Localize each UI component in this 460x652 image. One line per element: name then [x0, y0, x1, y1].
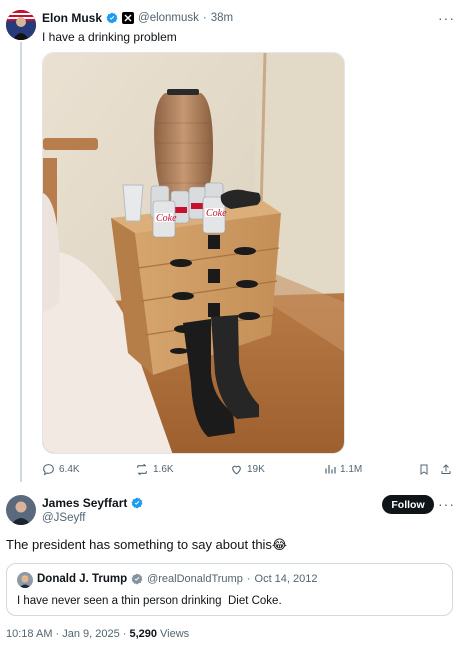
- views-count: 1.1M: [340, 463, 363, 475]
- avatar-image: [17, 572, 33, 588]
- repost-icon: [137, 463, 147, 476]
- verified-badge-icon: [131, 497, 143, 509]
- reply-author-handle[interactable]: @JSeyff: [42, 512, 85, 524]
- separator-dot: ·: [246, 573, 251, 585]
- quoted-author-handle[interactable]: @realDonaldTrump: [147, 573, 243, 585]
- quoted-text: I have never seen a thin person drinking…: [17, 595, 282, 607]
- reply-icon: [43, 464, 54, 476]
- like-count: 19K: [247, 464, 265, 475]
- author-name[interactable]: Elon Musk: [42, 11, 102, 25]
- share-icon[interactable]: [440, 463, 452, 481]
- reply-text: The president has something to say about…: [6, 537, 288, 552]
- follow-button[interactable]: Follow: [382, 495, 434, 514]
- x-affiliate-icon: [122, 12, 135, 24]
- views-label: Views: [160, 628, 190, 640]
- quoted-date[interactable]: Oct 14, 2012: [255, 573, 318, 585]
- post-meta: 10:18 AM · Jan 9, 2025 · 5,290 Views: [6, 628, 189, 640]
- repost-count: 1.6K: [153, 464, 174, 475]
- post-image-illustration: Coke Coke: [43, 53, 344, 453]
- author-handle[interactable]: @elonmusk: [138, 12, 199, 24]
- post-header: Elon Musk @elonmusk · 38m: [42, 11, 233, 25]
- reply-action[interactable]: 6.4K: [42, 463, 80, 476]
- bookmark-icon[interactable]: [418, 463, 430, 481]
- can-label: Coke: [206, 208, 227, 219]
- quoted-post[interactable]: Donald J. Trump @realDonaldTrump · Oct 1…: [6, 563, 453, 616]
- reply-count: 6.4K: [59, 464, 80, 475]
- avatar-image: [6, 495, 36, 525]
- post-timestamp[interactable]: 10:18 AM · Jan 9, 2025 ·: [6, 628, 126, 640]
- more-options-icon[interactable]: ···: [438, 10, 455, 26]
- post-time[interactable]: 38m: [211, 12, 233, 24]
- like-action[interactable]: 19K: [230, 463, 265, 476]
- verified-badge-icon: [106, 12, 118, 24]
- post-image[interactable]: Coke Coke: [42, 52, 345, 454]
- avatar-elon[interactable]: [6, 10, 36, 40]
- avatar-trump: [17, 572, 33, 588]
- separator-dot: ·: [202, 12, 207, 24]
- quoted-header: Donald J. Trump @realDonaldTrump · Oct 1…: [37, 573, 318, 585]
- views-total: 5,290: [129, 628, 157, 640]
- verified-badge-icon: [131, 573, 143, 585]
- avatar-james[interactable]: [6, 495, 36, 525]
- heart-icon: [232, 465, 241, 475]
- views-chart-icon: [325, 465, 336, 474]
- repost-action[interactable]: 1.6K: [135, 463, 174, 476]
- more-options-icon[interactable]: ···: [438, 496, 455, 512]
- avatar-image: [6, 10, 36, 40]
- reply-author-name[interactable]: James Seyffart: [42, 496, 127, 510]
- post-text: I have a drinking problem: [42, 30, 177, 44]
- views-action[interactable]: 1.1M: [324, 463, 362, 475]
- thread-line: [20, 42, 22, 482]
- reply-header: James Seyffart: [42, 496, 143, 510]
- can-label: Coke: [156, 213, 177, 224]
- quoted-author-name[interactable]: Donald J. Trump: [37, 573, 127, 585]
